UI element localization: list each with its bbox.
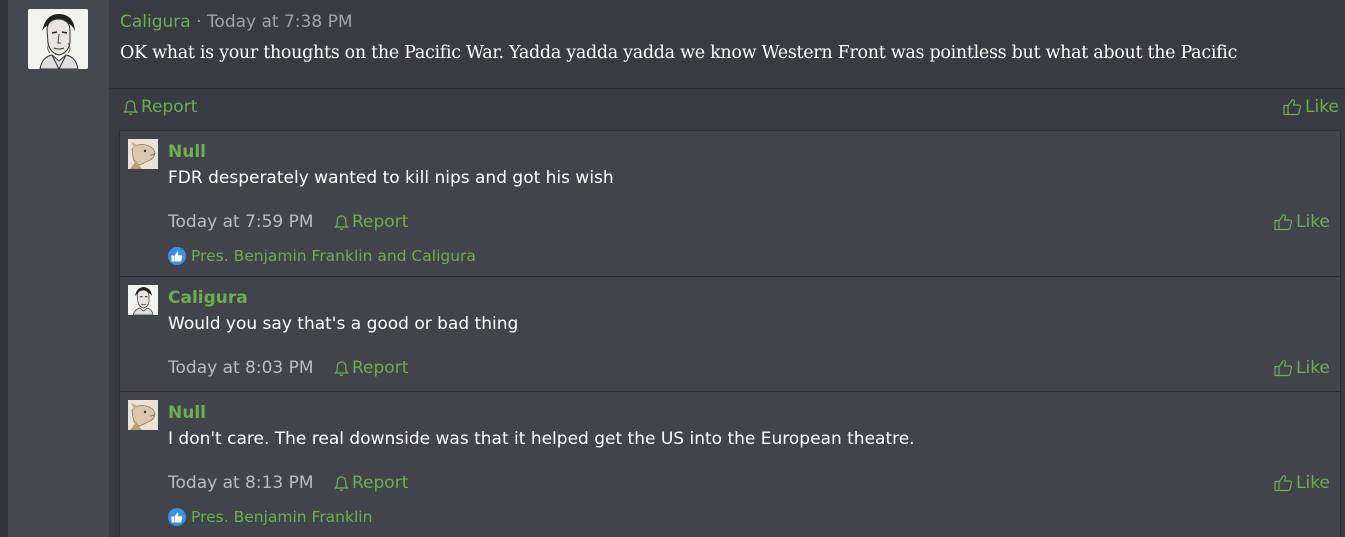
comment-report-button[interactable]: Report [334,473,408,493]
comment-username[interactable]: Null [168,142,206,162]
comment-timestamp[interactable]: Today at 8:13 PM [168,473,314,493]
report-label: Report [141,97,198,117]
post-like-button[interactable]: Like [1283,97,1339,117]
comment-list: Null FDR desperately wanted to kill nips… [119,130,1341,537]
comment-username[interactable]: Caligura [168,288,248,308]
report-label: Report [352,473,409,493]
portrait-avatar-image [128,285,158,315]
post-main: Caligura · Today at 7:38 PM OK what is y… [109,0,1345,537]
report-label: Report [352,212,409,232]
avatar[interactable] [128,285,158,315]
bell-icon [123,99,138,115]
comment-report-button[interactable]: Report [334,212,408,232]
like-label: Like [1296,473,1330,493]
portrait-avatar-image [28,9,88,69]
comment-text: Would you say that's a good or bad thing [168,314,519,334]
reactions-users[interactable]: Pres. Benjamin Franklin [191,508,372,526]
comment-item: Caligura Would you say that's a good or … [120,276,1340,391]
avatar[interactable] [128,139,158,169]
comment-like-button[interactable]: Like [1274,212,1330,232]
post-attribution: Caligura · Today at 7:38 PM [120,12,353,32]
thumbs-up-icon [1274,214,1293,231]
bell-icon [334,360,349,376]
like-label: Like [1296,358,1330,378]
reactions-bar[interactable]: Pres. Benjamin Franklin [168,508,372,526]
thread-view: Caligura · Today at 7:38 PM OK what is y… [0,0,1345,537]
post-user-column [8,0,109,537]
dog-avatar-image [128,139,158,169]
comment-item: Null FDR desperately wanted to kill nips… [120,131,1340,276]
comment-report-button[interactable]: Report [334,358,408,378]
bell-icon [334,475,349,491]
post-report-button[interactable]: Report [123,97,197,117]
avatar[interactable] [28,9,88,69]
comment-like-button[interactable]: Like [1274,473,1330,493]
dog-avatar-image [128,400,158,430]
post-timestamp[interactable]: Today at 7:38 PM [207,12,353,32]
post-divider [109,88,1345,89]
avatar[interactable] [128,400,158,430]
comment-username[interactable]: Null [168,403,206,423]
post-message: OK what is your thoughts on the Pacific … [120,43,1238,63]
bell-icon [334,214,349,230]
like-label: Like [1296,212,1330,232]
like-reaction-icon [168,247,186,265]
comment-item: Null I don't care. The real downside was… [120,391,1340,537]
like-label: Like [1305,97,1339,117]
like-reaction-icon [168,508,186,526]
comment-text: FDR desperately wanted to kill nips and … [168,168,614,188]
thumbs-up-icon [1274,475,1293,492]
post-username[interactable]: Caligura [120,12,191,32]
comment-text: I don't care. The real downside was that… [168,429,915,449]
attribution-separator: · [190,12,207,32]
comment-timestamp[interactable]: Today at 7:59 PM [168,212,314,232]
thumbs-up-icon [1274,360,1293,377]
report-label: Report [352,358,409,378]
reactions-users[interactable]: Pres. Benjamin Franklin and Caligura [191,247,476,265]
reactions-bar[interactable]: Pres. Benjamin Franklin and Caligura [168,247,476,265]
thumbs-up-icon [1283,99,1302,116]
comment-timestamp[interactable]: Today at 8:03 PM [168,358,314,378]
page-gutter [0,0,8,537]
comment-like-button[interactable]: Like [1274,358,1330,378]
